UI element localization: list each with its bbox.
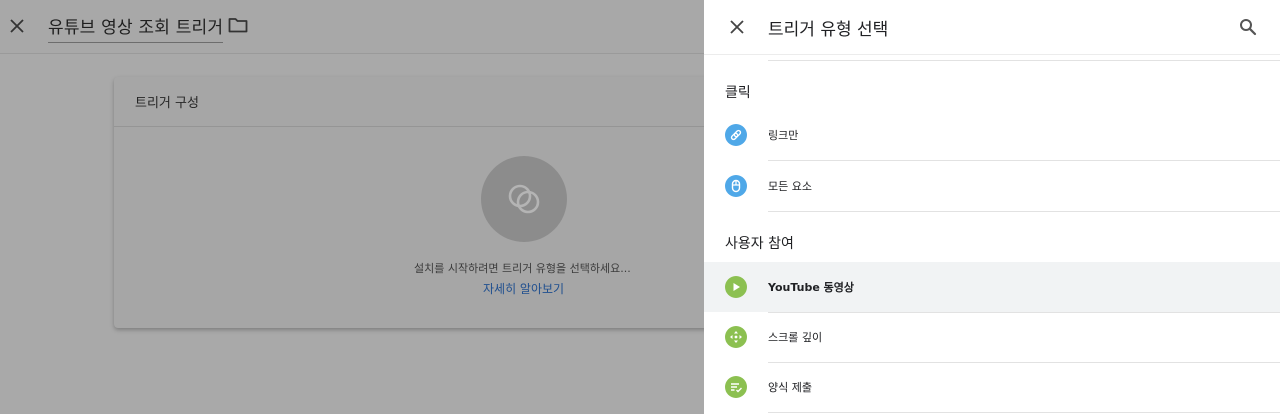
play-icon (725, 276, 747, 298)
trigger-label: 양식 제출 (768, 381, 812, 394)
item-divider (768, 412, 1280, 413)
section-heading-engagement: 사용자 참여 (725, 236, 794, 252)
scroll-depth-icon (725, 326, 747, 348)
link-icon (725, 124, 747, 146)
trigger-config-card: 트리거 구성 설치를 시작하려면 트리거 유형을 선택하세요... 자세히 알아… (114, 77, 734, 328)
trigger-placeholder-icon (508, 184, 540, 214)
close-icon[interactable] (725, 15, 749, 39)
trigger-type-youtube-video[interactable]: YouTube 동영상 (704, 262, 1280, 312)
panel-title: 트리거 유형 선택 (768, 20, 889, 40)
card-title: 트리거 구성 (135, 96, 199, 111)
trigger-label: YouTube 동영상 (768, 281, 854, 294)
trigger-type-panel: 트리거 유형 선택 클릭 링크만 모든 요소 사용자 참여 YouTube 동영… (704, 0, 1280, 414)
learn-more-link[interactable]: 자세히 알아보기 (483, 280, 564, 297)
trigger-type-picker[interactable] (481, 156, 567, 242)
header-divider (704, 54, 1280, 55)
trigger-type-all-elements[interactable]: 모든 요소 (704, 161, 1280, 211)
trigger-name-field[interactable]: 유튜브 영상 조회 트리거 (48, 13, 224, 43)
search-icon[interactable] (1236, 15, 1260, 39)
editor-header: 유튜브 영상 조회 트리거 (0, 0, 704, 54)
section-heading-click: 클릭 (725, 85, 751, 101)
trigger-label: 스크롤 깊이 (768, 331, 823, 344)
folder-icon[interactable] (228, 16, 248, 38)
trigger-type-link-click[interactable]: 링크만 (704, 110, 1280, 160)
trigger-type-scroll-depth[interactable]: 스크롤 깊이 (704, 312, 1280, 362)
list-divider (768, 60, 1280, 61)
card-divider (114, 126, 734, 127)
setup-hint: 설치를 시작하려면 트리거 유형을 선택하세요... (414, 262, 631, 275)
close-icon[interactable] (6, 15, 28, 37)
mouse-icon (725, 175, 747, 197)
panel-header: 트리거 유형 선택 (704, 0, 1280, 54)
trigger-label: 링크만 (768, 129, 799, 142)
form-icon (725, 376, 747, 398)
trigger-type-form-submit[interactable]: 양식 제출 (704, 362, 1280, 412)
trigger-label: 모든 요소 (768, 180, 812, 193)
item-divider (768, 211, 1280, 212)
